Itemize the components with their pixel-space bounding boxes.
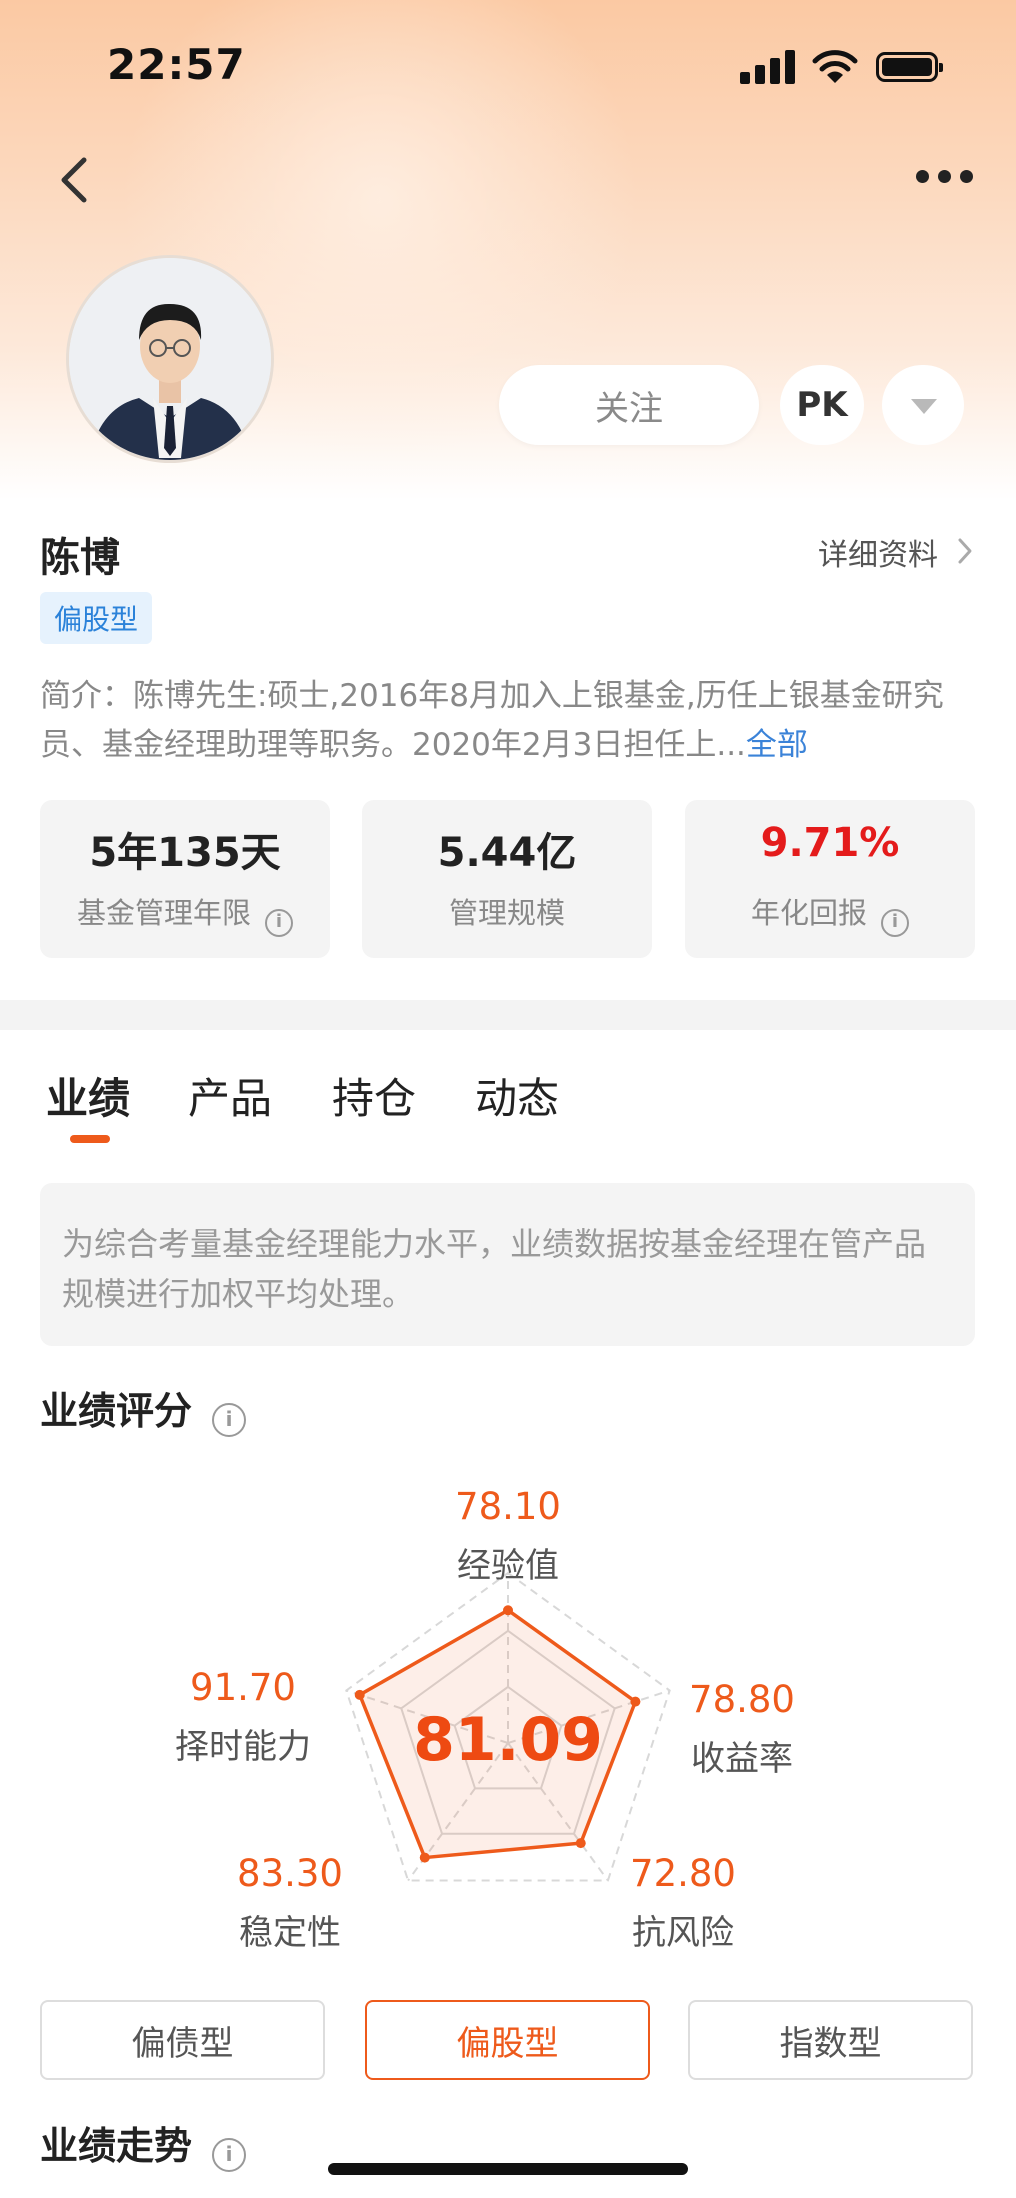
radar-value-stability: 83.30: [237, 1852, 343, 1895]
manager-intro: 简介：陈博先生:硕士,2016年8月加入上银基金,历任上银基金研究员、基金经理助…: [40, 672, 975, 770]
wifi-icon: [812, 50, 858, 83]
active-tab-indicator: [70, 1135, 110, 1143]
notice-box: 为综合考量基金经理能力水平，业绩数据按基金经理在管产品规模进行加权平均处理。: [40, 1183, 975, 1346]
stat-label: 年化回报: [750, 896, 867, 930]
trend-section-title: 业绩走势: [40, 2124, 193, 2168]
radar-value-return: 78.80: [689, 1678, 795, 1721]
chevron-right-icon[interactable]: [955, 536, 975, 566]
home-indicator: [328, 2163, 688, 2175]
stat-card-scale: 5.44亿 管理规模: [362, 800, 652, 958]
radar-point: [503, 1605, 513, 1616]
manager-name: 陈博: [40, 535, 120, 581]
tab-news[interactable]: 动态: [475, 1065, 559, 1126]
radar-value-experience: 78.10: [455, 1485, 561, 1528]
type-button-equity[interactable]: 偏股型: [365, 2000, 650, 2080]
type-button-bond[interactable]: 偏债型: [40, 2000, 325, 2080]
stat-card-annual-return: 9.71% 年化回报 i: [685, 800, 975, 958]
radar-point: [419, 1852, 430, 1863]
stat-label: 基金管理年限: [76, 896, 251, 930]
radar-value-risk-resistance: 72.80: [630, 1852, 736, 1895]
radar-point: [575, 1838, 586, 1849]
stat-value: 5年135天: [89, 830, 281, 876]
dropdown-button[interactable]: [882, 365, 964, 445]
cellular-signal-icon: [740, 50, 796, 84]
follow-button[interactable]: 关注: [499, 365, 759, 445]
status-time: 22:57: [107, 40, 246, 89]
info-icon[interactable]: i: [881, 909, 909, 937]
radar-point: [354, 1689, 365, 1700]
intro-text: 简介：陈博先生:硕士,2016年8月加入上银基金,历任上银基金研究员、基金经理助…: [40, 678, 944, 763]
total-score: 81.09: [413, 1705, 603, 1775]
battery-icon: [876, 52, 943, 82]
stat-label: 管理规模: [448, 896, 565, 930]
info-icon[interactable]: i: [265, 909, 293, 937]
radar-value-timing: 91.70: [190, 1666, 296, 1709]
info-icon[interactable]: i: [212, 1403, 247, 1437]
tab-performance[interactable]: 业绩: [46, 1065, 130, 1126]
stat-value: 5.44亿: [437, 830, 577, 876]
radar-point: [630, 1696, 641, 1707]
radar-name-timing: 择时能力: [175, 1727, 311, 1767]
score-section-title: 业绩评分: [40, 1389, 193, 1433]
intro-more-link[interactable]: 全部: [746, 727, 808, 763]
radar-name-risk-resistance: 抗风险: [632, 1913, 734, 1953]
pk-button[interactable]: PK: [780, 365, 864, 445]
radar-name-stability: 稳定性: [239, 1913, 341, 1953]
radar-name-experience: 经验值: [457, 1546, 559, 1586]
tab-products[interactable]: 产品: [188, 1065, 272, 1126]
info-icon[interactable]: i: [212, 2138, 247, 2172]
type-button-index[interactable]: 指数型: [688, 2000, 973, 2080]
detail-link[interactable]: 详细资料: [818, 530, 938, 574]
tab-holdings[interactable]: 持仓: [332, 1065, 416, 1126]
radar-name-return: 收益率: [691, 1739, 793, 1779]
section-divider: [0, 1000, 1016, 1030]
stat-card-tenure: 5年135天 基金管理年限 i: [40, 800, 330, 958]
stat-value: 9.71%: [760, 820, 900, 866]
avatar: [66, 255, 274, 463]
more-options-icon[interactable]: [910, 160, 980, 190]
back-icon[interactable]: [50, 150, 100, 210]
fund-type-tag: 偏股型: [40, 592, 153, 644]
